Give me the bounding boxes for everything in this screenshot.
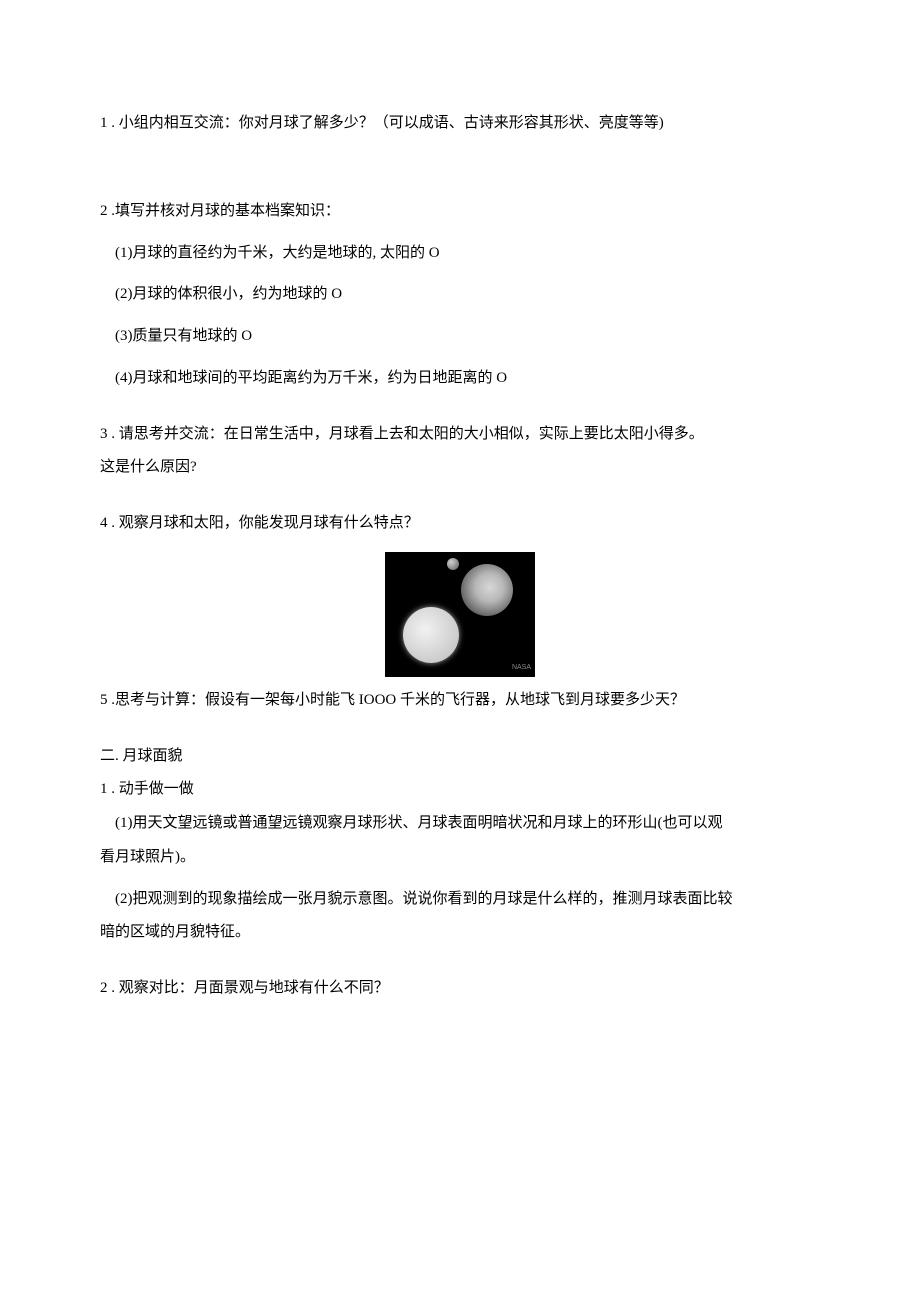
moon-icon [403,607,459,663]
section-2-q1-p2b: 暗的区域的月貌特征。 [100,919,820,947]
question-2-lead: 2 .填写并核对月球的基本档案知识： [100,198,820,226]
question-2-item-3: (3)质量只有地球的 O [100,323,820,351]
section-2-title: 二. 月球面貌 [100,743,820,771]
section-2-q1-p2a: (2)把观测到的现象描绘成一张月貌示意图。说说你看到的月球是什么样的，推测月球表… [100,886,820,914]
section-2-q1-lead: 1 . 动手做一做 [100,776,820,804]
moon-image-wrap: NASA [100,552,820,677]
question-2-item-4: (4)月球和地球间的平均距离约为万千米，约为日地距离的 O [100,365,820,393]
question-1: 1 . 小组内相互交流：你对月球了解多少？（可以成语、古诗来形容其形状、亮度等等… [100,110,820,138]
section-2-q1-p1b: 看月球照片)。 [100,844,820,872]
earth-icon [461,564,513,616]
question-3-line1: 3 . 请思考并交流：在日常生活中，月球看上去和太阳的大小相似，实际上要比太阳小… [100,421,820,449]
question-4: 4 . 观察月球和太阳，你能发现月球有什么特点？ [100,510,820,538]
section-2-q2: 2 . 观察对比：月面景观与地球有什么不同？ [100,975,820,1003]
question-3-line2: 这是什么原因? [100,454,820,482]
image-caption: NASA [512,662,531,675]
document-page: 1 . 小组内相互交流：你对月球了解多少？（可以成语、古诗来形容其形状、亮度等等… [0,0,920,1301]
question-2-item-1: (1)月球的直径约为千米，大约是地球的, 太阳的 O [100,240,820,268]
moon-earth-image: NASA [385,552,535,677]
question-2-item-2: (2)月球的体积很小，约为地球的 O [100,281,820,309]
section-2-q1-p1a: (1)用天文望远镜或普通望远镜观察月球形状、月球表面明暗状况和月球上的环形山(也… [100,810,820,838]
small-body-icon [447,558,459,570]
question-5: 5 .思考与计算：假设有一架每小时能飞 IOOO 千米的飞行器，从地球飞到月球要… [100,687,820,715]
